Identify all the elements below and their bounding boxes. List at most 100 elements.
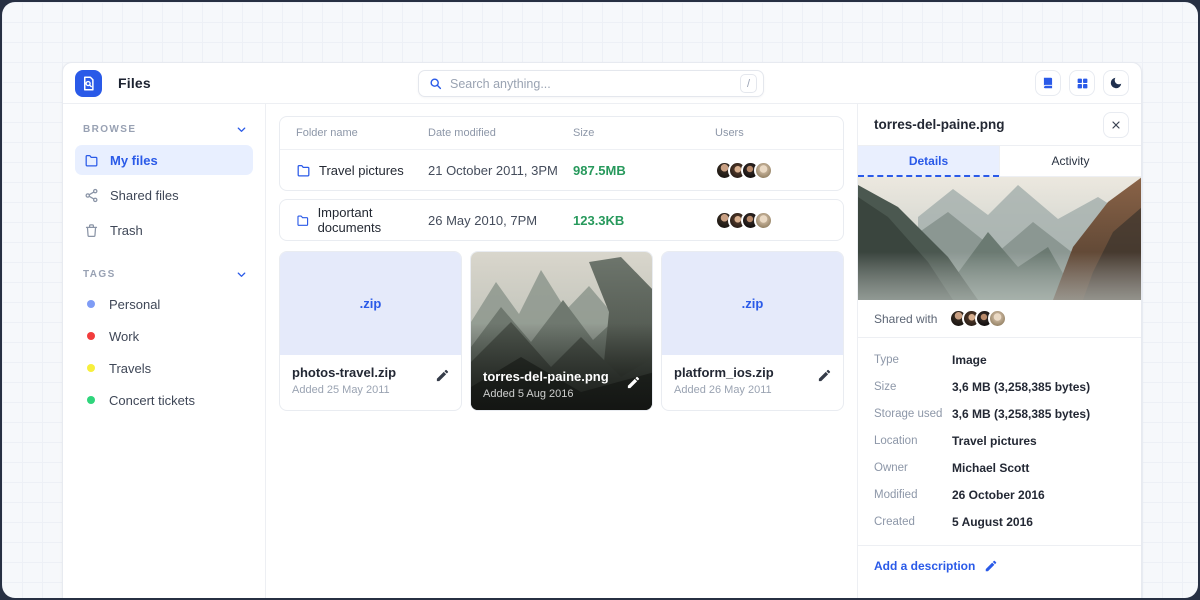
file-name: torres-del-paine.png <box>483 369 609 384</box>
tag-color-dot <box>87 364 95 372</box>
tag-concert-tickets[interactable]: Concert tickets <box>75 386 253 414</box>
detail-row-size: Size 3,6 MB (3,258,385 bytes) <box>874 373 1125 400</box>
close-icon <box>1110 119 1122 131</box>
folder-icon <box>296 213 310 228</box>
dark-mode-button[interactable] <box>1103 70 1129 96</box>
file-preview-image[interactable] <box>858 177 1141 300</box>
tab-activity[interactable]: Activity <box>999 146 1141 177</box>
main-content: Folder name Date modified Size Users Tra… <box>266 104 857 598</box>
panel-file-title: torres-del-paine.png <box>874 117 1005 132</box>
panel-tabs: Details Activity <box>858 146 1141 177</box>
sidebar-item-my-files[interactable]: My files <box>75 145 253 175</box>
folder-size: 123.3KB <box>573 213 715 228</box>
close-panel-button[interactable] <box>1103 112 1129 138</box>
trash-icon <box>84 223 99 238</box>
folder-name: Important documents <box>318 205 428 235</box>
edit-button[interactable] <box>817 368 832 383</box>
share-icon <box>84 188 99 203</box>
page-title: Files <box>118 75 151 91</box>
detail-row-storage-used: Storage used 3,6 MB (3,258,385 bytes) <box>874 400 1125 427</box>
tags-section-header[interactable]: TAGS <box>75 263 253 290</box>
table-row-travel-pictures[interactable]: Travel pictures 21 October 2011, 3PM 987… <box>280 150 843 190</box>
app-logo[interactable] <box>75 70 102 97</box>
detail-row-created: Created 5 August 2016 <box>874 508 1125 535</box>
folder-table-row-card: Important documents 26 May 2010, 7PM 123… <box>279 199 844 241</box>
add-description-label: Add a description <box>874 559 975 573</box>
user-avatars <box>715 211 827 230</box>
tag-color-dot <box>87 396 95 404</box>
tag-label: Personal <box>109 297 160 312</box>
file-card-photos-travel-zip[interactable]: .zip photos-travel.zip Added 25 May 2011 <box>279 251 462 411</box>
chevron-down-icon[interactable] <box>236 269 247 280</box>
pencil-icon <box>435 368 450 383</box>
search-shortcut-key: / <box>740 74 757 93</box>
tag-travels[interactable]: Travels <box>75 354 253 382</box>
zip-preview: .zip <box>662 252 843 355</box>
add-description-button[interactable]: Add a description <box>858 546 1141 586</box>
detail-row-owner: Owner Michael Scott <box>874 454 1125 481</box>
avatar <box>754 161 773 180</box>
shared-with-label: Shared with <box>874 312 937 326</box>
library-button[interactable] <box>1035 70 1061 96</box>
column-header: Folder name <box>296 127 428 139</box>
file-details-list: Type Image Size 3,6 MB (3,258,385 bytes)… <box>858 338 1141 546</box>
search-bar[interactable]: / <box>418 70 764 97</box>
moon-icon <box>1109 76 1123 90</box>
edit-button[interactable] <box>626 375 641 390</box>
details-panel: torres-del-paine.png Details Activity <box>857 104 1141 598</box>
sidebar-item-label: My files <box>110 153 158 168</box>
avatar <box>988 309 1007 328</box>
folder-icon <box>296 163 311 178</box>
folder-table: Folder name Date modified Size Users Tra… <box>279 116 844 191</box>
column-header: Date modified <box>428 127 573 139</box>
sidebar-item-label: Trash <box>110 223 143 238</box>
file-added-date: Added 5 Aug 2016 <box>483 388 609 400</box>
topbar-actions <box>1035 70 1129 96</box>
shared-avatars[interactable] <box>949 309 1007 328</box>
file-card-platform-ios-zip[interactable]: .zip platform_ios.zip Added 26 May 2011 <box>661 251 844 411</box>
shared-with-row: Shared with <box>858 300 1141 338</box>
detail-row-location: Location Travel pictures <box>874 427 1125 454</box>
table-row-important-documents[interactable]: Important documents 26 May 2010, 7PM 123… <box>280 200 843 240</box>
book-icon <box>1041 76 1055 90</box>
mountain-photo <box>858 177 1141 300</box>
sidebar-item-trash[interactable]: Trash <box>75 215 253 245</box>
file-search-icon <box>81 76 96 91</box>
pencil-icon <box>626 375 641 390</box>
column-header: Size <box>573 127 715 139</box>
file-added-date: Added 25 May 2011 <box>292 384 449 396</box>
folder-name: Travel pictures <box>319 163 404 178</box>
user-avatars <box>715 161 827 180</box>
pencil-icon <box>984 559 998 573</box>
date-modified: 21 October 2011, 3PM <box>428 163 573 178</box>
file-card-grid: .zip photos-travel.zip Added 25 May 2011 <box>279 251 844 411</box>
chevron-down-icon[interactable] <box>236 124 247 135</box>
search-icon <box>429 77 442 90</box>
sidebar-item-shared-files[interactable]: Shared files <box>75 180 253 210</box>
tag-color-dot <box>87 332 95 340</box>
date-modified: 26 May 2010, 7PM <box>428 213 573 228</box>
file-added-date: Added 26 May 2011 <box>674 384 831 396</box>
tab-details[interactable]: Details <box>858 146 999 177</box>
pencil-icon <box>817 368 832 383</box>
file-card-torres-del-paine[interactable]: torres-del-paine.png Added 5 Aug 2016 <box>470 251 653 411</box>
browse-section-header[interactable]: BROWSE <box>75 118 253 145</box>
browse-label: BROWSE <box>83 124 136 135</box>
search-input[interactable] <box>450 77 732 91</box>
folder-icon <box>84 153 99 168</box>
tags-label: TAGS <box>83 269 116 280</box>
sidebar: BROWSE My files <box>63 104 266 598</box>
detail-row-modified: Modified 26 October 2016 <box>874 481 1125 508</box>
files-app-window: Files / <box>62 62 1142 598</box>
page-background: Files / <box>2 2 1198 598</box>
tag-personal[interactable]: Personal <box>75 290 253 318</box>
column-header: Users <box>715 127 827 139</box>
grid-view-button[interactable] <box>1069 70 1095 96</box>
sidebar-item-label: Shared files <box>110 188 179 203</box>
tag-work[interactable]: Work <box>75 322 253 350</box>
tag-label: Concert tickets <box>109 393 195 408</box>
detail-row-type: Type Image <box>874 346 1125 373</box>
zip-preview: .zip <box>280 252 461 355</box>
top-bar: Files / <box>63 63 1141 104</box>
edit-button[interactable] <box>435 368 450 383</box>
